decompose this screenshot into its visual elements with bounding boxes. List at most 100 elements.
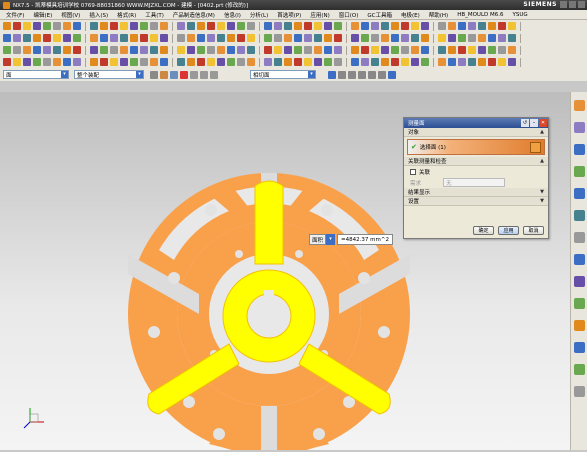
- settings-icon[interactable]: [574, 386, 585, 397]
- blend-icon[interactable]: [197, 58, 205, 66]
- measure-icon[interactable]: [90, 58, 98, 66]
- cube-icon[interactable]: [90, 34, 98, 42]
- reset-icon[interactable]: ↺: [521, 119, 529, 127]
- revolve-icon[interactable]: [324, 58, 332, 66]
- cancel-button[interactable]: 取消: [523, 226, 544, 235]
- file-new-icon[interactable]: [274, 46, 282, 54]
- redo-icon[interactable]: [23, 46, 31, 54]
- section-object[interactable]: 对象 ▲: [404, 128, 548, 137]
- hole-icon[interactable]: [478, 58, 486, 66]
- undo-icon[interactable]: [23, 34, 31, 42]
- close-icon[interactable]: ✕: [539, 119, 547, 127]
- undo-icon[interactable]: [438, 58, 446, 66]
- face-rule-select[interactable]: 相切面 ▾: [250, 70, 316, 79]
- extrude-icon[interactable]: [177, 46, 185, 54]
- hole-icon[interactable]: [53, 46, 61, 54]
- revolve-icon[interactable]: [53, 34, 61, 42]
- wcs-icon[interactable]: [284, 22, 292, 30]
- face-select-cube-icon[interactable]: [530, 142, 541, 153]
- menu-preferences[interactable]: 首选项(P): [277, 11, 301, 19]
- file-new-icon[interactable]: [421, 46, 429, 54]
- layer-icon[interactable]: [411, 34, 419, 42]
- hole-icon[interactable]: [488, 46, 496, 54]
- blend-icon[interactable]: [371, 22, 379, 30]
- redo-icon[interactable]: [177, 34, 185, 42]
- cube-icon[interactable]: [227, 46, 235, 54]
- undo-icon[interactable]: [160, 46, 168, 54]
- layer-icon[interactable]: [421, 22, 429, 30]
- revolve-icon[interactable]: [468, 58, 476, 66]
- blend-icon[interactable]: [207, 46, 215, 54]
- chamfer-icon[interactable]: [207, 58, 215, 66]
- file-new-icon[interactable]: [438, 22, 446, 30]
- layer-icon[interactable]: [391, 58, 399, 66]
- menu-analysis[interactable]: 分析(L): [250, 11, 268, 19]
- open-icon[interactable]: [304, 22, 312, 30]
- assoc-checkbox[interactable]: [410, 168, 416, 175]
- snap-center-icon[interactable]: [348, 70, 356, 79]
- hole-icon[interactable]: [361, 22, 369, 30]
- redo-icon[interactable]: [33, 34, 41, 42]
- hole-icon[interactable]: [351, 34, 359, 42]
- revolve-icon[interactable]: [187, 46, 195, 54]
- hole-icon[interactable]: [508, 22, 516, 30]
- line-icon[interactable]: [200, 70, 208, 79]
- chamfer-icon[interactable]: [217, 46, 225, 54]
- system-scene-icon[interactable]: [574, 342, 585, 353]
- wcs-icon[interactable]: [411, 46, 419, 54]
- web-browser-icon[interactable]: [574, 232, 585, 243]
- save-icon[interactable]: [304, 34, 312, 42]
- chamfer-icon[interactable]: [371, 34, 379, 42]
- blend-icon[interactable]: [498, 46, 506, 54]
- apply-button[interactable]: 应用: [498, 226, 519, 235]
- menu-gc-toolbox[interactable]: GC工具箱: [367, 11, 392, 19]
- wcs-icon[interactable]: [110, 58, 118, 66]
- undo-icon[interactable]: [150, 58, 158, 66]
- measure-icon[interactable]: [110, 34, 118, 42]
- undo-icon[interactable]: [458, 34, 466, 42]
- cube-icon[interactable]: [73, 58, 81, 66]
- save-icon[interactable]: [3, 46, 11, 54]
- menu-hb-mould[interactable]: HB_MOULD M6.6: [457, 12, 503, 18]
- revolve-icon[interactable]: [478, 46, 486, 54]
- close-window-button[interactable]: [578, 1, 585, 8]
- open-icon[interactable]: [13, 22, 21, 30]
- file-new-icon[interactable]: [411, 58, 419, 66]
- cube-icon[interactable]: [237, 34, 245, 42]
- hole-icon[interactable]: [334, 58, 342, 66]
- open-icon[interactable]: [140, 46, 148, 54]
- maximize-button[interactable]: [569, 1, 576, 8]
- extrude-icon[interactable]: [187, 34, 195, 42]
- sphere-icon[interactable]: [227, 58, 235, 66]
- save-icon[interactable]: [140, 58, 148, 66]
- undo-icon[interactable]: [468, 22, 476, 30]
- cube-icon[interactable]: [388, 70, 396, 79]
- sphere-icon[interactable]: [100, 34, 108, 42]
- section-settings[interactable]: 设置 ▼: [404, 197, 548, 206]
- layer-icon[interactable]: [130, 22, 138, 30]
- wcs-icon[interactable]: [264, 46, 272, 54]
- layer-icon[interactable]: [274, 22, 282, 30]
- snap-intersection-icon[interactable]: [368, 70, 376, 79]
- constraint-icon[interactable]: [574, 166, 585, 177]
- menu-info[interactable]: 信息(I): [224, 11, 241, 19]
- hd3d-icon[interactable]: [574, 364, 585, 375]
- requirement-select[interactable]: 无: [443, 178, 506, 187]
- chamfer-icon[interactable]: [73, 46, 81, 54]
- blend-icon[interactable]: [53, 58, 61, 66]
- area-type-label[interactable]: 面积: [309, 234, 327, 245]
- file-new-icon[interactable]: [140, 34, 148, 42]
- save-icon[interactable]: [438, 46, 446, 54]
- menu-tools[interactable]: 工具(T): [145, 11, 164, 19]
- save-icon[interactable]: [448, 34, 456, 42]
- chamfer-icon[interactable]: [381, 22, 389, 30]
- sphere-icon[interactable]: [401, 22, 409, 30]
- extrude-icon[interactable]: [53, 22, 61, 30]
- history-icon[interactable]: [574, 210, 585, 221]
- layer-icon[interactable]: [247, 58, 255, 66]
- chamfer-icon[interactable]: [361, 46, 369, 54]
- wcs-icon[interactable]: [130, 34, 138, 42]
- open-icon[interactable]: [448, 22, 456, 30]
- open-icon[interactable]: [274, 58, 282, 66]
- menu-pmi[interactable]: 产品制造信息(M): [173, 11, 215, 19]
